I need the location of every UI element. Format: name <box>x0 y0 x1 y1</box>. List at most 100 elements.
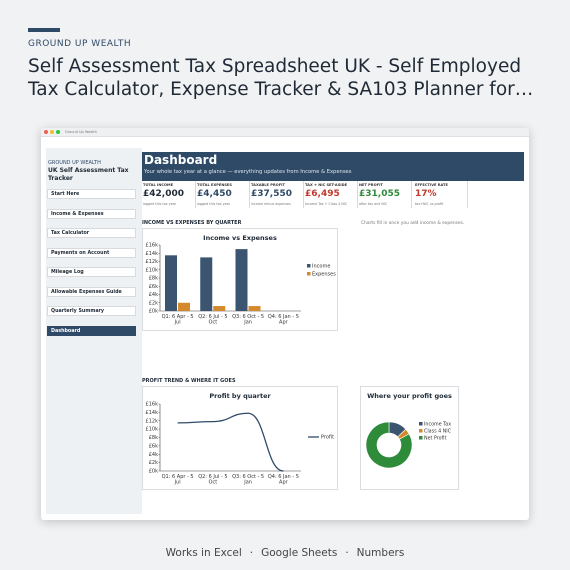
sidebar-title: UK Self Assessment Tax Tracker <box>48 167 129 182</box>
sidebar-item-income-expenses[interactable]: Income & Expenses <box>47 209 136 219</box>
bar-income <box>165 255 177 311</box>
dashboard-title: Dashboard <box>144 153 218 167</box>
legend-label: Income Tax <box>424 422 451 428</box>
legend-swatch <box>419 429 423 433</box>
window-titlebar: Ground Up Wealth <box>41 128 529 137</box>
kpi-effective-rate: EFFECTIVE RATE 17% tax+NIC vs profit <box>414 181 468 208</box>
sidebar-item-dashboard[interactable]: Dashboard <box>47 326 136 336</box>
sidebar-item-payments-on-account[interactable]: Payments on Account <box>47 248 136 258</box>
spreadsheet-window: Ground Up Wealth GROUND UP WEALTH UK Sel… <box>41 128 529 520</box>
section-profit-trend: PROFIT TREND & WHERE IT GOES <box>142 378 236 384</box>
kpi-value: £42,000 <box>143 189 184 199</box>
kpi-label: EFFECTIVE RATE <box>415 183 448 187</box>
bar-income <box>235 249 248 311</box>
bar-expenses <box>213 306 226 311</box>
profit-line <box>177 412 284 472</box>
kpi-tax-nic-set-aside: TAX + NIC SET-ASIDE £6,495 Income Tax + … <box>304 181 358 208</box>
sidebar-brand: GROUND UP WEALTH <box>48 160 101 166</box>
y-tick-label: £8k <box>149 435 158 441</box>
kpi-caption: logged this tax year <box>143 202 177 206</box>
kpi-value: 17% <box>415 189 437 199</box>
y-tick-label: £16k <box>146 243 159 249</box>
income-expenses-chart-card[interactable]: Income vs Expenses £0k £2k £4k £6k £8k £10k £1… <box>142 228 338 331</box>
profit-chart-card[interactable]: Profit by quarter £0k £2k £4k £6k £8k £10k £12… <box>142 386 338 490</box>
x-tick-label: Jul <box>174 480 181 486</box>
maximize-dot-icon[interactable] <box>56 130 60 134</box>
sidebar-item-tax-calculator[interactable]: Tax Calculator <box>47 228 136 238</box>
profit-line-chart: £0k£2k£4k£6k£8k£10k£12k£14k£16kQ1: 6 Apr… <box>146 402 335 486</box>
kpi-taxable-profit: TAXABLE PROFIT £37,550 income minus expe… <box>250 181 304 208</box>
sidebar-item-allowable-expenses-guide[interactable]: Allowable Expenses Guide <box>47 287 136 297</box>
legend-label: Expenses <box>312 272 336 278</box>
charts-note: Charts fill in once you add income & exp… <box>361 221 465 226</box>
income-expenses-chart: £0k£2k£4k£6k£8k£10k£12k£14k£16kQ1: 6 Apr… <box>146 243 337 326</box>
legend-label: Net Profit <box>424 436 447 442</box>
kpi-value: £37,550 <box>251 189 292 199</box>
y-tick-label: £12k <box>146 418 159 424</box>
footer-item-excel: Works in Excel <box>165 547 242 559</box>
window-title: Ground Up Wealth <box>65 130 97 134</box>
kpi-label: TOTAL INCOME <box>143 183 174 187</box>
legend-label: Income <box>312 264 330 270</box>
y-tick-label: £10k <box>146 267 159 273</box>
footer-item-numbers: Numbers <box>356 547 405 559</box>
kpi-label: TAX + NIC SET-ASIDE <box>305 183 348 187</box>
kpi-total-expenses: TOTAL EXPENSES £4,450 logged this tax ye… <box>196 181 250 208</box>
profit-split-pie-chart: Income TaxClass 4 NICNet Profit <box>365 422 452 469</box>
footer-separator: · <box>249 547 254 559</box>
kpi-caption: after tax and NIC <box>359 202 388 206</box>
kpi-label: TOTAL EXPENSES <box>197 183 232 187</box>
y-tick-label: £8k <box>149 276 158 282</box>
legend-swatch <box>419 422 423 426</box>
kpi-value: £31,055 <box>359 189 400 199</box>
close-dot-icon[interactable] <box>44 130 48 134</box>
kpi-caption: income minus expenses <box>251 202 291 206</box>
x-tick-label: Apr <box>279 480 289 486</box>
brand-accent-bar <box>28 28 60 32</box>
section-income-vs-expenses: INCOME VS EXPENSES BY QUARTER <box>142 220 242 226</box>
sidebar-item-quarterly-summary[interactable]: Quarterly Summary <box>47 306 136 316</box>
y-tick-label: £10k <box>146 427 159 433</box>
listing-headline: Self Assessment Tax Spreadsheet UK - Sel… <box>28 55 558 101</box>
dashboard-sheet: Dashboard Your whole tax year at a glanc… <box>142 148 524 514</box>
y-tick-label: £2k <box>149 300 158 306</box>
x-tick-label: Oct <box>209 320 218 326</box>
profit-split-chart-card[interactable]: Where your profit goes Income Tax Class 4… <box>360 386 459 490</box>
brand-name: GROUND UP WEALTH <box>28 39 132 49</box>
bar-expenses <box>248 306 261 311</box>
bar-income <box>200 257 213 311</box>
y-tick-label: £16k <box>146 402 159 408</box>
kpi-total-income: TOTAL INCOME £42,000 logged this tax yea… <box>142 181 196 208</box>
legend-swatch <box>419 436 423 440</box>
y-tick-label: £2k <box>149 460 158 466</box>
x-tick-label: Apr <box>279 320 289 326</box>
sidebar-item-mileage-log[interactable]: Mileage Log <box>47 267 136 277</box>
bar-expenses <box>178 302 190 311</box>
legend-label: Class 4 NIC <box>424 429 452 435</box>
dashboard-subtitle: Your whole tax year at a glance — everyt… <box>144 169 352 175</box>
headline-line-1: Self Assessment Tax Spreadsheet UK - Sel… <box>28 56 522 77</box>
y-tick-label: £12k <box>146 259 159 265</box>
dashboard-header: Dashboard Your whole tax year at a glanc… <box>142 152 524 181</box>
y-tick-label: £0k <box>149 309 158 315</box>
y-tick-label: £6k <box>149 443 158 449</box>
x-tick-label: Jan <box>243 480 252 486</box>
minimize-dot-icon[interactable] <box>50 130 54 134</box>
kpi-value: £6,495 <box>305 189 340 199</box>
y-tick-label: £14k <box>146 410 159 416</box>
y-tick-label: £6k <box>149 284 158 290</box>
x-tick-label: Oct <box>209 480 218 486</box>
kpi-caption: logged this tax year <box>197 202 231 206</box>
kpi-caption: Income Tax + Class 4 NIC <box>305 202 348 206</box>
headline-line-2: Tax Calculator, Expense Tracker & SA103 … <box>28 79 534 100</box>
kpi-net-profit: NET PROFIT £31,055 after tax and NIC <box>358 181 412 208</box>
kpi-label: TAXABLE PROFIT <box>251 183 285 187</box>
kpi-value: £4,450 <box>197 189 232 199</box>
legend-swatch <box>307 272 311 276</box>
x-tick-label: Jan <box>243 320 252 326</box>
sidebar: GROUND UP WEALTH UK Self Assessment Tax … <box>46 148 142 514</box>
kpi-caption: tax+NIC vs profit <box>415 202 444 206</box>
footer-item-google-sheets: Google Sheets <box>261 547 338 559</box>
footer-separator: · <box>345 547 349 559</box>
sidebar-item-start-here[interactable]: Start Here <box>47 189 136 199</box>
